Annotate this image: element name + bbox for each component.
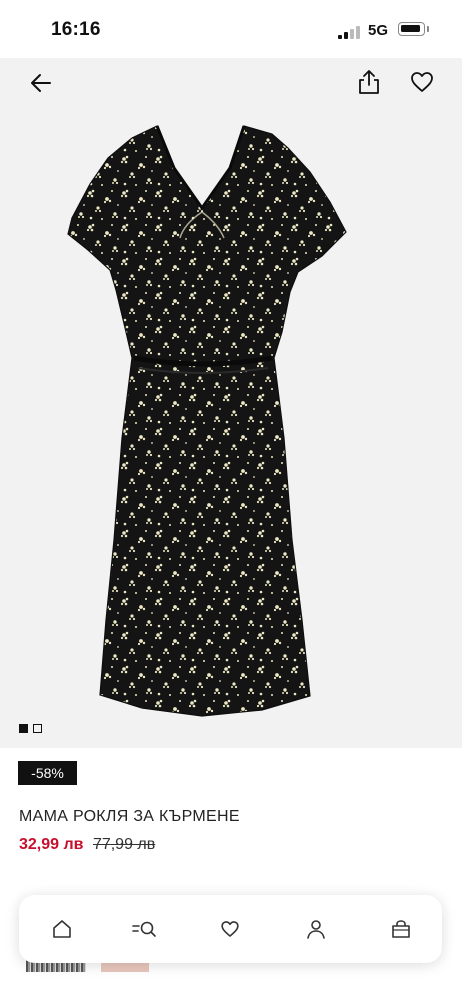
heart-icon — [411, 72, 433, 92]
back-button[interactable] — [28, 70, 54, 96]
pagination-dot[interactable] — [33, 724, 42, 733]
battery-tip — [427, 26, 429, 32]
nav-account[interactable] — [300, 913, 332, 945]
original-price: 77,99 лв — [92, 836, 156, 853]
network-label: 5G — [368, 22, 389, 39]
bottom-navigation — [19, 895, 442, 963]
nav-search[interactable] — [129, 913, 161, 945]
pagination-dot-active[interactable] — [19, 724, 28, 733]
price-row: 32,99 лв 77,99 лв — [19, 836, 155, 854]
heart-icon — [221, 921, 239, 937]
status-bar: 16:16 5G — [0, 0, 462, 58]
favorite-button[interactable] — [408, 68, 436, 96]
arrow-left-icon — [31, 74, 51, 92]
discount-badge: -58% — [18, 761, 77, 785]
battery-icon — [398, 22, 425, 36]
signal-icon — [338, 26, 360, 39]
home-icon — [53, 920, 71, 938]
bag-icon — [392, 920, 410, 938]
sale-price: 32,99 лв — [19, 836, 84, 853]
product-image-gallery[interactable] — [0, 58, 462, 748]
nav-bag[interactable] — [385, 913, 417, 945]
product-title: МАМА РОКЛЯ ЗА КЪРМЕНЕ — [19, 808, 240, 825]
status-time: 16:16 — [51, 19, 101, 40]
share-button[interactable] — [356, 68, 382, 96]
nav-favorites[interactable] — [214, 913, 246, 945]
product-image — [67, 125, 347, 717]
search-icon — [132, 921, 156, 937]
user-icon — [307, 920, 325, 939]
share-icon — [359, 70, 379, 94]
nav-home[interactable] — [46, 913, 78, 945]
